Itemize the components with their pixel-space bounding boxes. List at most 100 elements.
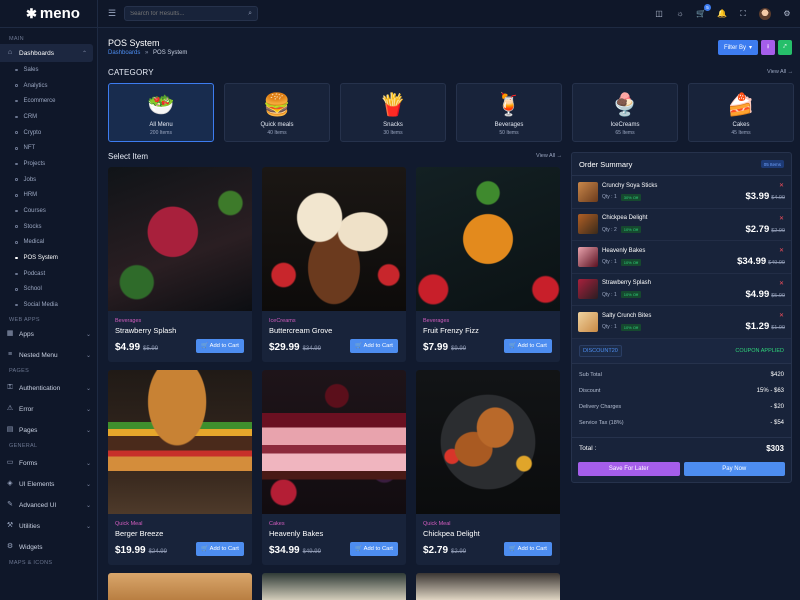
- summary-label: Sub Total: [579, 372, 602, 379]
- product-card[interactable]: Cakes Heavenly Bakes $34.99 $49.99 🛒 Add to …: [262, 370, 406, 565]
- category-view-all-link[interactable]: View All →: [767, 69, 793, 75]
- sidebar-subitem-projects[interactable]: Projects: [0, 156, 97, 172]
- sidebar-subitem-social-media[interactable]: Social Media: [0, 297, 97, 313]
- category-card-cakes[interactable]: 🍰 Cakes 45 Items: [688, 83, 794, 142]
- category-card-icecreams[interactable]: 🍨 IceCreams 65 Items: [572, 83, 678, 142]
- save-for-later-button[interactable]: Save For Later: [578, 461, 680, 476]
- remove-item-icon[interactable]: ✕: [779, 215, 784, 222]
- order-item-thumbnail: [578, 214, 598, 235]
- sidebar-subitem-nft[interactable]: NFT: [0, 140, 97, 156]
- remove-item-icon[interactable]: ✕: [779, 280, 784, 287]
- remove-item-icon[interactable]: ✕: [779, 247, 784, 254]
- product-card[interactable]: [262, 573, 406, 600]
- sidebar-subitem-ecommerce[interactable]: Ecommerce: [0, 93, 97, 109]
- sidebar-item-error[interactable]: ⚠ Error ⌄: [0, 400, 97, 418]
- download-button[interactable]: ⭳: [761, 40, 775, 55]
- product-card[interactable]: Beverages Strawberry Splash $4.99 $5.99 🛒 Ad…: [108, 167, 252, 362]
- sidebar-item-label: Authentication: [19, 384, 61, 392]
- logo[interactable]: ✱ meno: [0, 0, 97, 28]
- product-card[interactable]: IceCreams Buttercream Grove $29.99 $34.99 🛒 …: [262, 167, 406, 362]
- sidebar-subitem-crypto[interactable]: Crypto: [0, 125, 97, 141]
- add-to-cart-button[interactable]: 🛒 Add to Cart: [504, 542, 552, 556]
- sidebar-subitem-stocks[interactable]: Stocks: [0, 219, 97, 235]
- search-box[interactable]: ⌕: [124, 6, 259, 21]
- sidebar-item-forms[interactable]: ▭ Forms ⌄: [0, 454, 97, 472]
- cart-icon[interactable]: 🛒 5: [696, 3, 711, 19]
- logo-text: meno: [39, 5, 80, 22]
- summary-row: Service Tax (18%) - $54: [572, 415, 791, 431]
- sidebar-subitem-hrm[interactable]: HRM: [0, 188, 97, 204]
- order-item-old-price: $49.99: [768, 260, 785, 266]
- sidebar-item-authentication[interactable]: ⚿ Authentication ⌄: [0, 379, 97, 397]
- product-card[interactable]: [108, 573, 252, 600]
- sidebar-item-ui-elements[interactable]: ◈ UI Elements ⌄: [0, 475, 97, 493]
- select-item-view-all-link[interactable]: View All →: [536, 153, 562, 159]
- product-old-price: $34.99: [302, 346, 321, 352]
- product-card[interactable]: [416, 573, 560, 600]
- search-input[interactable]: [130, 10, 241, 17]
- category-card-all-menu[interactable]: 🥗 All Menu 200 Items: [108, 83, 214, 142]
- avatar[interactable]: [759, 7, 771, 20]
- pay-now-button[interactable]: Pay Now: [683, 461, 785, 476]
- order-item-thumbnail: [578, 181, 598, 202]
- sidebar-subitem-school[interactable]: School: [0, 282, 97, 298]
- sidebar-subitem-podcast[interactable]: Podcast: [0, 266, 97, 282]
- language-icon[interactable]: ◫: [654, 9, 664, 19]
- sidebar-subitem-sales[interactable]: Sales: [0, 62, 97, 78]
- sidebar-item-dashboards[interactable]: ⌂ Dashboards ⌃: [0, 44, 93, 62]
- product-card[interactable]: Quick Meal Chickpea Delight $2.79 $2.99 🛒 Ad…: [416, 370, 560, 565]
- product-price: $4.99: [115, 342, 141, 353]
- add-to-cart-button[interactable]: 🛒 Add to Cart: [350, 542, 398, 556]
- sidebar-subitem-analytics[interactable]: Analytics: [0, 78, 97, 94]
- sidebar-item-advanced-ui[interactable]: ✎ Advanced UI ⌄: [0, 496, 97, 514]
- breadcrumb-link-dashboards[interactable]: Dashboards: [108, 50, 140, 56]
- order-item-price-wrap: $2.79 $2.99: [745, 224, 785, 235]
- add-to-cart-button[interactable]: 🛒 Add to Cart: [196, 542, 244, 556]
- order-item-discount-badge: 10% Off: [620, 258, 642, 266]
- menu-toggle-icon[interactable]: ☰: [108, 8, 116, 19]
- sidebar-subitem-crm[interactable]: CRM: [0, 109, 97, 125]
- add-to-cart-button[interactable]: 🛒 Add to Cart: [196, 339, 244, 353]
- sun-icon[interactable]: ☼: [675, 9, 685, 19]
- filter-by-button[interactable]: Filter By ▾: [717, 40, 758, 55]
- order-item-qty: Qty : 1: [602, 259, 617, 266]
- order-item: Strawberry Splash Qty : 1 10% Off ✕ $4.99 $5.…: [572, 274, 791, 306]
- sidebar-subitem-label: Projects: [23, 160, 46, 167]
- order-item-qty: Qty : 1: [602, 194, 617, 201]
- sidebar-item-apps[interactable]: ▦ Apps ⌄: [0, 325, 97, 343]
- sidebar-subitem-courses[interactable]: Courses: [0, 203, 97, 219]
- category-card-snacks[interactable]: 🍟 Snacks 30 Items: [340, 83, 446, 142]
- product-card[interactable]: Quick Meal Berger Breeze $19.99 $24.99 🛒 Add…: [108, 370, 252, 565]
- share-button[interactable]: ⤤: [778, 40, 792, 55]
- settings-icon[interactable]: ⚙: [782, 9, 792, 19]
- bell-icon[interactable]: 🔔: [717, 9, 727, 19]
- order-item-price: $4.99: [745, 288, 770, 300]
- summary-value: - $20: [770, 403, 784, 410]
- product-price-wrap: $2.79 $2.99: [423, 545, 466, 556]
- coupon-code[interactable]: DISCOUNT20: [579, 344, 622, 357]
- order-item-qty: Qty : 2: [602, 226, 617, 233]
- category-name: Quick meals: [260, 122, 294, 128]
- category-card-beverages[interactable]: 🍹 Beverages 50 Items: [456, 83, 562, 142]
- product-name: Chickpea Delight: [423, 529, 480, 538]
- add-to-cart-button[interactable]: 🛒 Add to Cart: [504, 339, 552, 353]
- fullscreen-icon[interactable]: ⛶: [738, 9, 748, 19]
- sidebar-item-widgets[interactable]: ⚙ Widgets: [0, 538, 97, 556]
- sidebar-item-nested-menu[interactable]: ≡ Nested Menu ⌄: [0, 346, 97, 364]
- remove-item-icon[interactable]: ✕: [779, 182, 784, 189]
- search-icon[interactable]: ⌕: [248, 10, 252, 18]
- order-item-thumbnail: [578, 279, 598, 300]
- chevron-down-icon: ⌄: [85, 331, 91, 338]
- sidebar-subitem-jobs[interactable]: Jobs: [0, 172, 97, 188]
- menu-icon: ≡: [7, 351, 13, 358]
- category-card-quick-meals[interactable]: 🍔 Quick meals 40 Items: [224, 83, 330, 142]
- sidebar-item-utilities[interactable]: ⚒ Utilities ⌄: [0, 517, 97, 535]
- order-item: Salty Crunch Bites Qty : 1 10% Off ✕ $1.29 $1…: [572, 306, 791, 339]
- product-card[interactable]: Beverages Fruit Frenzy Fizz $7.99 $9.99 🛒 Ad…: [416, 167, 560, 362]
- sidebar-item-pages[interactable]: ▤ Pages ⌄: [0, 421, 97, 439]
- sidebar-subitem-medical[interactable]: Medical: [0, 235, 97, 251]
- sidebar-subitem-pos-system[interactable]: POS System: [0, 250, 97, 266]
- add-to-cart-button[interactable]: 🛒 Add to Cart: [350, 339, 398, 353]
- product-image: [262, 370, 406, 514]
- remove-item-icon[interactable]: ✕: [779, 312, 784, 319]
